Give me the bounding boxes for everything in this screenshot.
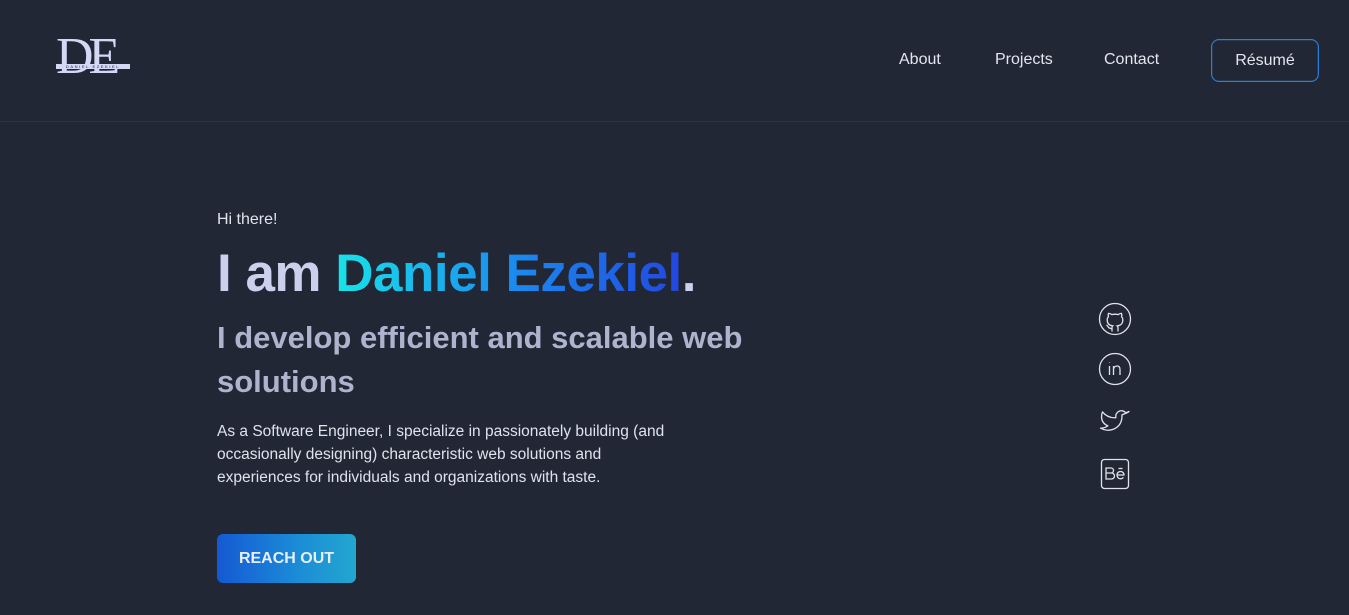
subheadline: I develop efficient and scalable web sol…	[217, 320, 743, 399]
logo[interactable]: DE DANIEL EZEKIEL	[56, 28, 130, 85]
github-icon	[1098, 302, 1132, 336]
twitter-link[interactable]	[1097, 403, 1133, 439]
headline-lead: I am	[217, 244, 336, 303]
linkedin-link[interactable]	[1097, 351, 1133, 387]
headline-name: Daniel Ezekiel	[335, 244, 682, 303]
reach-out-button[interactable]: REACH OUT	[217, 534, 356, 583]
twitter-icon	[1099, 410, 1130, 431]
resume-button[interactable]: Résumé	[1211, 39, 1319, 82]
description-text: As a Software Engineer, I specialize in …	[217, 423, 665, 486]
headline: I am Daniel Ezekiel.	[217, 243, 697, 305]
linkedin-icon	[1098, 352, 1132, 386]
nav-link-projects[interactable]: Projects	[995, 51, 1053, 69]
logo-letters: DE	[56, 28, 120, 85]
logo-subtitle: DANIEL EZEKIEL	[56, 64, 130, 69]
site-header: DE DANIEL EZEKIEL About Projects Contact…	[0, 0, 1349, 122]
behance-link[interactable]	[1097, 456, 1133, 492]
behance-icon	[1100, 458, 1130, 490]
headline-dot: .	[681, 244, 697, 303]
nav-link-about[interactable]: About	[899, 51, 941, 69]
github-link[interactable]	[1097, 301, 1133, 337]
greeting-text: Hi there!	[217, 211, 278, 228]
nav-link-contact[interactable]: Contact	[1104, 51, 1159, 69]
